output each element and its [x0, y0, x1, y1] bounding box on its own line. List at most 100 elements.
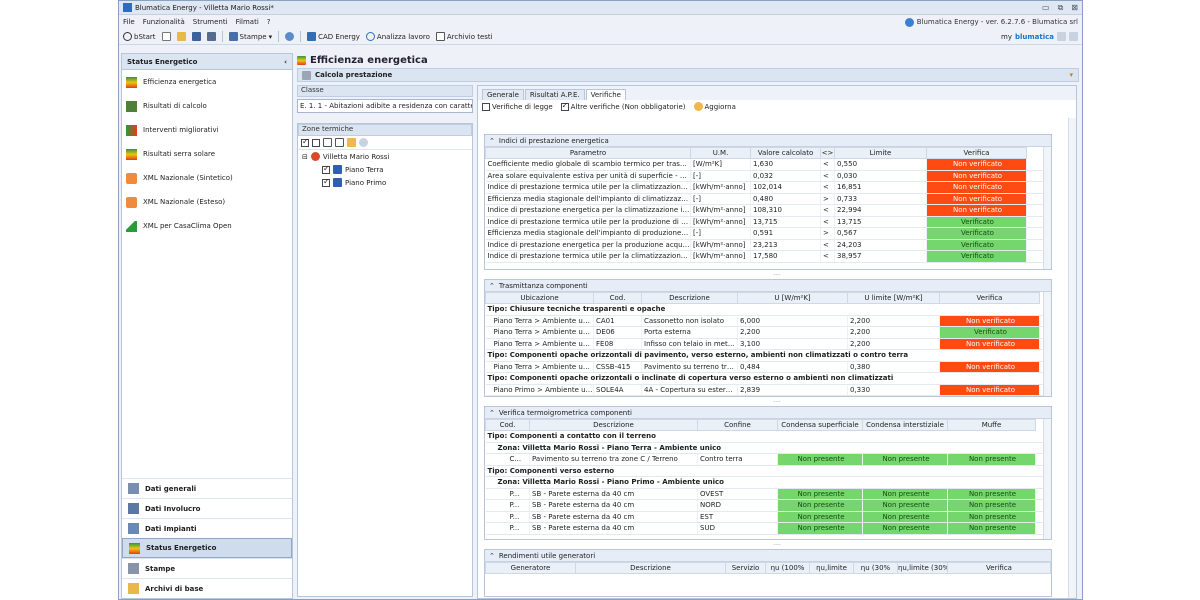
splitter[interactable]: ···· — [478, 272, 1076, 279]
save-all-icon[interactable] — [206, 32, 216, 41]
column-header[interactable]: U [W/m²K] — [737, 292, 848, 304]
column-header[interactable]: Limite — [834, 147, 927, 159]
new-file-icon[interactable] — [161, 32, 171, 41]
column-header[interactable]: ηu (30% — [853, 562, 898, 574]
indici-header[interactable]: ⌃ Indici di prestazione energetica — [485, 135, 1051, 147]
table-row[interactable]: C... Pavimento su terreno tra zone C / Te… — [485, 453, 1051, 466]
table-row[interactable]: Indice di prestazione energetica per la … — [485, 239, 1051, 251]
expand-icon[interactable] — [323, 138, 332, 147]
table-row[interactable]: Indice di prestazione termica utile per … — [485, 250, 1051, 263]
cad-energy-button[interactable]: CAD Energy — [307, 32, 360, 41]
aggiorna-button[interactable]: Aggiorna — [693, 102, 736, 111]
column-header[interactable]: <> — [820, 147, 835, 159]
table-row[interactable]: Piano Terra > Ambiente unico > ...CA01Ca… — [485, 315, 1051, 327]
table-row[interactable]: Indice di prestazione energetica per la … — [485, 204, 1051, 217]
group-row[interactable]: Tipo: Componenti opache orizzontali di p… — [485, 349, 1051, 362]
column-header[interactable]: Valore calcolato — [750, 147, 821, 159]
classe-select[interactable]: E. 1. 1 - Abitazioni adibite a residenza… — [297, 99, 473, 113]
table-row[interactable]: Piano Terra > Ambiente unico > ...DE06Po… — [485, 326, 1051, 339]
column-header[interactable]: Verifica — [939, 292, 1040, 304]
group-row[interactable]: Tipo: Componenti verso esterno — [485, 465, 1051, 477]
minimize-icon[interactable]: ▭ — [1042, 3, 1050, 13]
trasmittanza-header[interactable]: ⌃ Trasmittanza componenti — [485, 280, 1051, 292]
table-row[interactable]: Indice di prestazione termica utile per … — [485, 181, 1051, 194]
table-row[interactable]: P... SB - Parete esterna da 40 cm NORD Non … — [485, 499, 1051, 512]
uncheck-all-icon[interactable] — [312, 138, 320, 147]
left-item-xml-sintetico[interactable]: XML Nazionale (Sintetico) — [122, 166, 292, 190]
table-row[interactable]: Piano Primo > Ambiente unico...SOLE4A4A … — [485, 384, 1051, 396]
group-row[interactable]: Zona: Villetta Mario Rossi - Piano Terra… — [485, 442, 1051, 454]
settings-icon[interactable] — [1057, 32, 1066, 41]
table-row[interactable]: P... SB - Parete esterna da 40 cm SUD Non p… — [485, 522, 1051, 535]
vertical-scrollbar[interactable] — [1043, 292, 1051, 396]
menu-strumenti[interactable]: Strumenti — [193, 18, 228, 26]
stampe-button[interactable]: Stampe ▾ — [228, 32, 272, 41]
edit-icon[interactable] — [347, 138, 356, 147]
group-row[interactable]: Tipo: Chiusure tecniche trasparenti e op… — [485, 303, 1051, 316]
my-blumatica-link[interactable]: my blumatica — [1001, 32, 1078, 41]
collapse-icon[interactable] — [335, 138, 344, 147]
table-row[interactable]: Piano Terra > Ambiente unico > ...CSSB-4… — [485, 361, 1051, 373]
tab-verifiche[interactable]: Verifiche — [585, 89, 626, 100]
zone-checkbox[interactable] — [322, 164, 330, 174]
vertical-scrollbar[interactable] — [1043, 419, 1051, 539]
gear-icon[interactable] — [285, 32, 295, 41]
altre-verifiche-toggle[interactable]: Altre verifiche (Non obbligatorie) — [560, 101, 686, 111]
rendimenti-header[interactable]: ⌃ Rendimenti utile generatori — [485, 550, 1051, 562]
table-row[interactable]: Efficienza media stagionale dell'impiant… — [485, 227, 1051, 240]
left-item-risultati[interactable]: Risultati di calcolo — [122, 94, 292, 118]
splitter[interactable]: ···· — [478, 542, 1076, 549]
left-item-efficienza[interactable]: Efficienza energetica — [122, 70, 292, 94]
options-icon[interactable]: ▾ — [1069, 71, 1073, 79]
group-row[interactable]: Tipo: Componenti opache orizzontali o in… — [485, 372, 1051, 385]
tab-generale[interactable]: Generale — [482, 89, 524, 100]
column-header[interactable]: Descrizione — [641, 292, 738, 304]
column-header[interactable]: U.M. — [690, 147, 751, 159]
termo-header[interactable]: ⌃ Verifica termoigrometrica componenti — [485, 407, 1051, 419]
main-vertical-scrollbar[interactable] — [1068, 118, 1076, 598]
menu-funzionalita[interactable]: Funzionalità — [143, 18, 185, 26]
column-header[interactable]: Verifica — [947, 562, 1051, 574]
table-row[interactable]: Efficienza media stagionale dell'impiant… — [485, 193, 1051, 205]
table-row[interactable]: Coefficiente medio globale di scambio te… — [485, 158, 1051, 171]
nav-dati-generali[interactable]: Dati generali — [122, 478, 292, 498]
save-icon[interactable] — [191, 32, 201, 41]
column-header[interactable]: Confine — [697, 419, 778, 431]
table-row[interactable]: Indice di prestazione termica utile per … — [485, 216, 1051, 228]
table-row[interactable]: P... SB - Parete esterna da 40 cm EST Non p… — [485, 511, 1051, 523]
zone-checkbox[interactable] — [322, 177, 330, 187]
column-header[interactable]: Cod. — [485, 419, 530, 431]
tree-item-piano-terra[interactable]: Piano Terra — [298, 163, 472, 176]
collapse-icon[interactable]: ⌃ — [489, 282, 495, 290]
column-header[interactable]: ηu,limite — [809, 562, 854, 574]
nav-dati-impianti[interactable]: Dati Impianti — [122, 518, 292, 538]
column-header[interactable]: Descrizione — [529, 419, 698, 431]
column-header[interactable]: Condensa superficiale — [777, 419, 863, 431]
column-header[interactable]: ηu (100% — [765, 562, 810, 574]
nav-archivi-base[interactable]: Archivi di base — [122, 578, 292, 598]
column-header[interactable]: Condensa interstiziale — [862, 419, 948, 431]
column-header[interactable]: Muffe — [947, 419, 1036, 431]
maximize-icon[interactable]: ⧉ — [1058, 3, 1064, 13]
help-icon[interactable] — [1069, 32, 1078, 41]
archivio-testi-button[interactable]: Archivio testi — [435, 32, 493, 41]
collapse-icon[interactable]: ‹ — [284, 58, 287, 66]
check-all-icon[interactable] — [301, 137, 309, 147]
verifiche-legge-toggle[interactable]: Verifiche di legge — [482, 102, 553, 111]
tab-risultati-ape[interactable]: Risultati A.P.E. — [524, 89, 585, 100]
tree-item-piano-primo[interactable]: Piano Primo — [298, 176, 472, 189]
collapse-icon[interactable]: ⌃ — [489, 137, 495, 145]
nav-stampe[interactable]: Stampe — [122, 558, 292, 578]
vertical-scrollbar[interactable] — [1043, 147, 1051, 269]
group-row[interactable]: Tipo: Componenti opachi verticali verso … — [485, 395, 1051, 396]
splitter[interactable]: ···· — [478, 399, 1076, 406]
nav-status-energetico[interactable]: Status Energetico — [122, 538, 292, 558]
column-header[interactable]: Servizio — [725, 562, 766, 574]
left-item-serra[interactable]: Risultati serra solare — [122, 142, 292, 166]
group-row[interactable]: Zona: Villetta Mario Rossi - Piano Primo… — [485, 476, 1051, 489]
column-header[interactable]: Descrizione — [575, 562, 726, 574]
table-row[interactable]: Area solare equivalente estiva per unità… — [485, 170, 1051, 182]
bstart-button[interactable]: bStart — [123, 32, 156, 41]
menu-help[interactable]: ? — [267, 18, 271, 26]
open-folder-icon[interactable] — [176, 32, 186, 41]
